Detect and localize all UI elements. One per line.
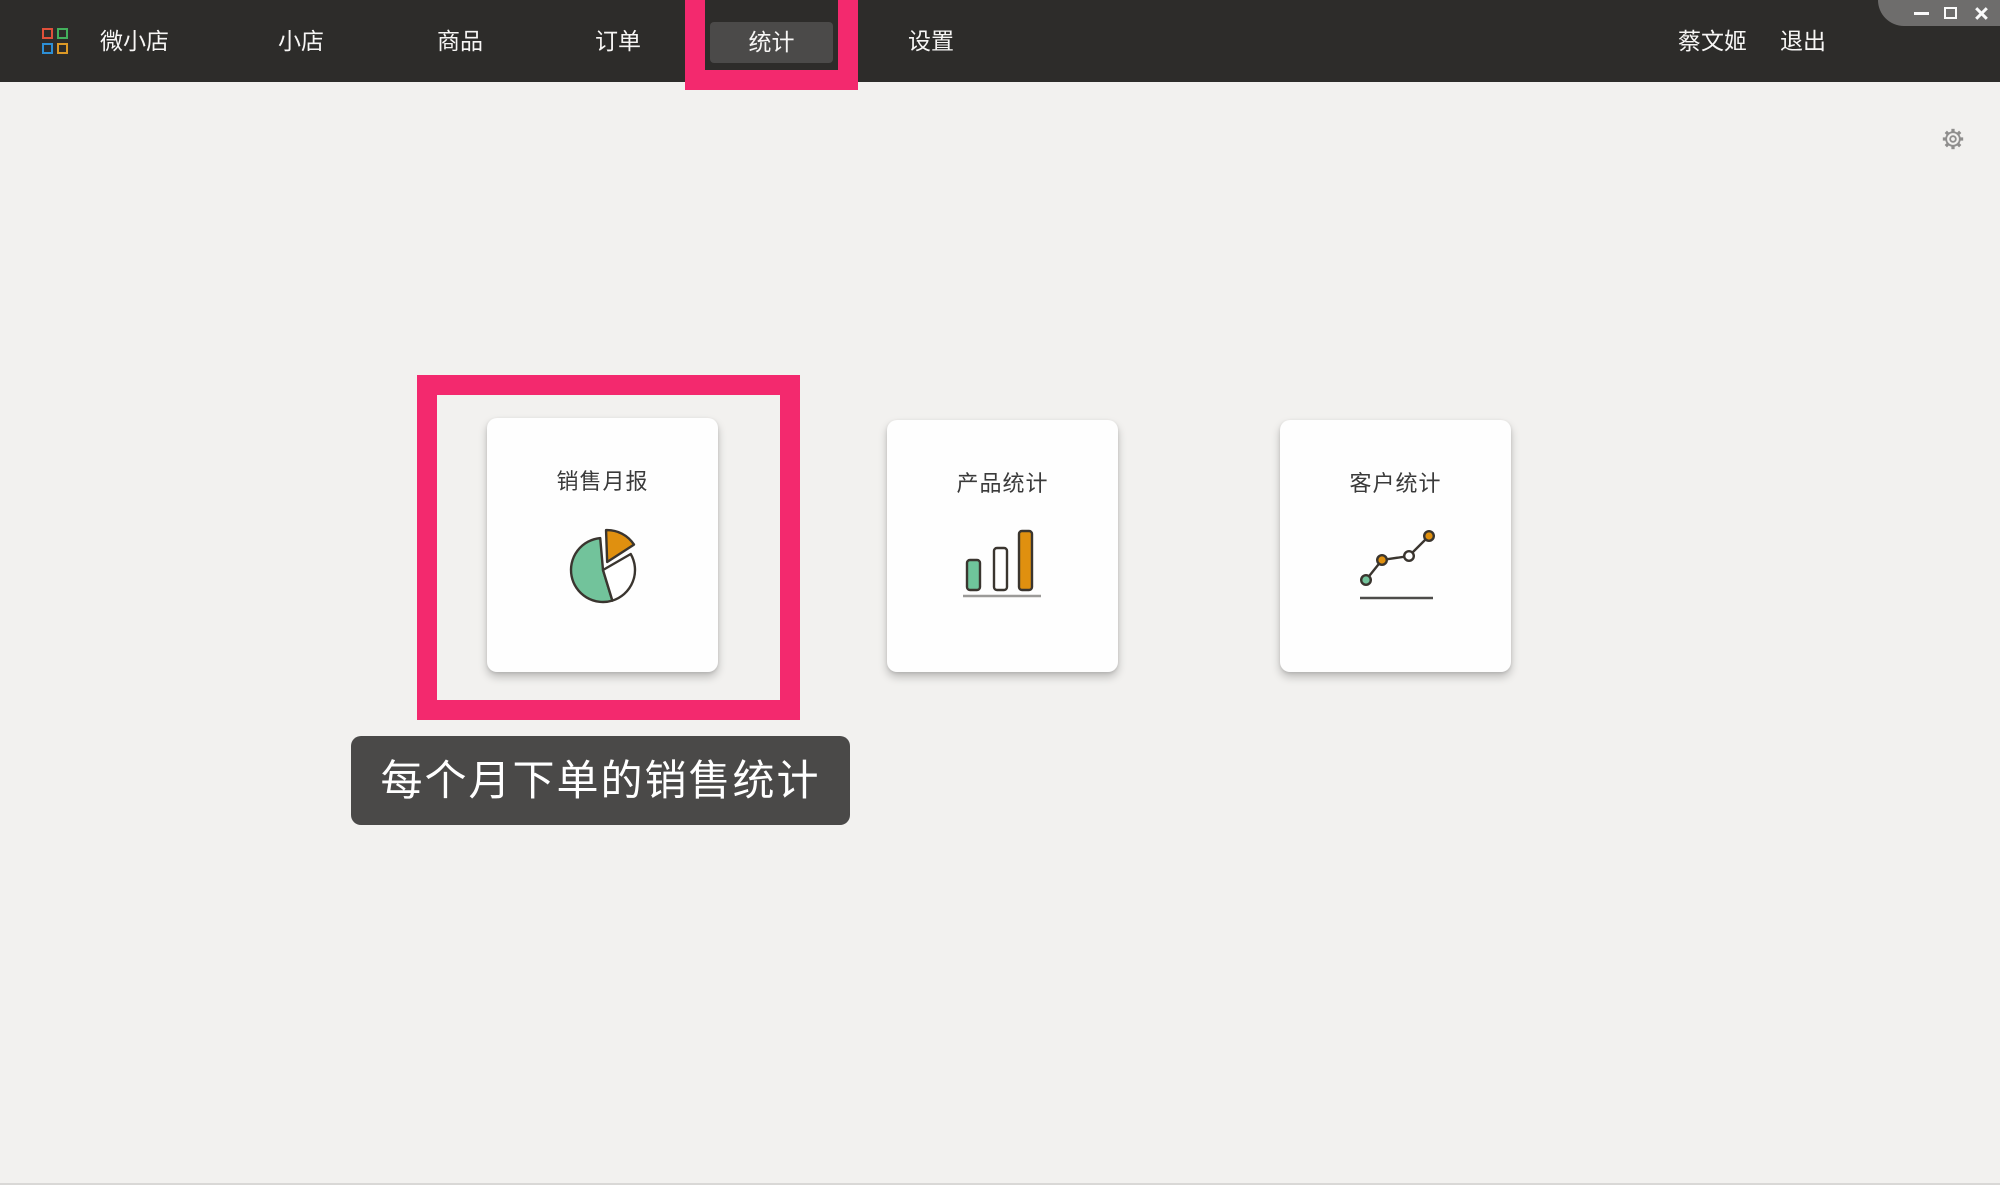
- nav-brand-weixiaodian[interactable]: 微小店: [100, 0, 169, 82]
- annotation-tooltip: 每个月下单的销售统计: [351, 736, 850, 825]
- app-window: 微小店 小店 商品 订单 统计 设置 蔡文姬 退出 销售月报 产品统计 客户统计…: [0, 0, 2000, 1185]
- card-sales-monthly-report[interactable]: 销售月报: [487, 418, 718, 672]
- gear-icon[interactable]: [1940, 126, 1966, 152]
- nav-user-name[interactable]: 蔡文姬: [1678, 0, 1747, 82]
- card-customer-stats[interactable]: 客户统计: [1280, 420, 1511, 672]
- card-product-stats[interactable]: 产品统计: [887, 420, 1118, 672]
- minimize-icon: [1914, 12, 1929, 15]
- logo-square-red: [42, 28, 53, 39]
- maximize-icon: [1944, 7, 1957, 19]
- nav-item-settings[interactable]: 设置: [908, 0, 954, 82]
- bar-chart-icon: [959, 526, 1045, 605]
- window-controls: [1878, 0, 2000, 26]
- nav-logout-button[interactable]: 退出: [1780, 0, 1826, 82]
- card-title: 销售月报: [556, 469, 649, 494]
- logo-square-orange: [57, 43, 68, 54]
- close-icon: [1974, 6, 1988, 20]
- maximize-button[interactable]: [1944, 6, 1958, 20]
- nav-item-products[interactable]: 商品: [437, 0, 483, 82]
- nav-item-shop[interactable]: 小店: [278, 0, 324, 82]
- nav-item-stats-active[interactable]: 统计: [710, 22, 833, 63]
- logo-square-blue: [42, 43, 53, 54]
- card-title: 客户统计: [1349, 471, 1442, 496]
- minimize-button[interactable]: [1914, 6, 1929, 20]
- app-logo-icon[interactable]: [42, 28, 69, 54]
- card-title: 产品统计: [956, 471, 1049, 496]
- top-nav-bar: 微小店 小店 商品 订单 统计 设置 蔡文姬 退出: [0, 0, 2000, 82]
- line-chart-icon: [1354, 526, 1440, 611]
- logo-square-green: [57, 28, 68, 39]
- pie-chart-icon: [567, 527, 639, 610]
- nav-item-orders[interactable]: 订单: [595, 0, 641, 82]
- close-button[interactable]: [1974, 6, 1988, 20]
